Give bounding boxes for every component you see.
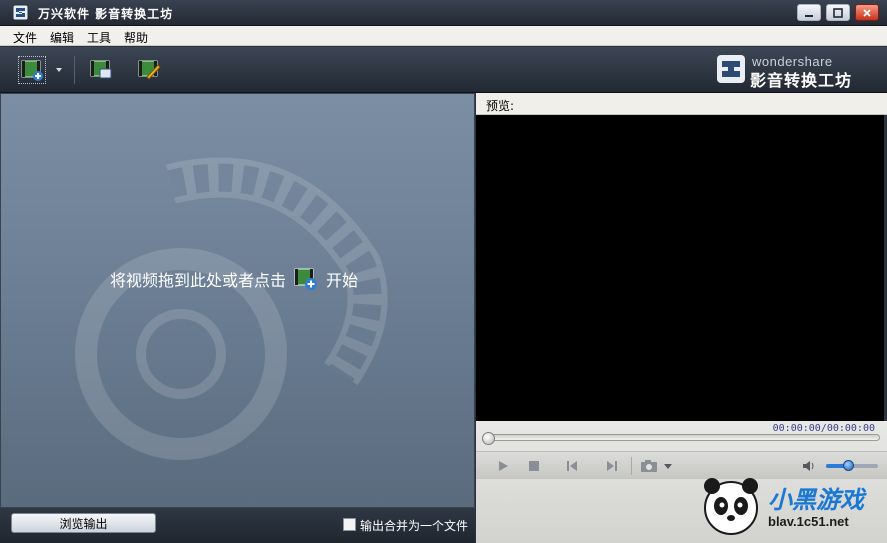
close-button[interactable] — [855, 4, 879, 21]
preview-label: 预览: — [486, 99, 515, 113]
watermark-title: 小黑游戏 — [768, 486, 864, 514]
menu-help[interactable]: 帮助 — [124, 29, 148, 46]
window-title: 万兴软件 影音转换工坊 — [38, 7, 174, 21]
film-reel-watermark-icon — [75, 157, 388, 460]
toolbar: wondershare 影音转换工坊 — [0, 47, 887, 93]
video-preview[interactable] — [476, 115, 884, 421]
merge-checkbox-label: 输出合并为一个文件 — [360, 519, 469, 533]
convert-settings-icon — [90, 60, 112, 79]
maximize-button[interactable] — [826, 4, 850, 21]
file-drop-area[interactable]: 将视频拖到此处或者点击 开始 — [0, 93, 475, 508]
seek-bar[interactable] — [484, 434, 880, 441]
snapshot-icon[interactable] — [640, 459, 658, 473]
convert-settings-button[interactable] — [88, 56, 116, 84]
minimize-icon — [805, 14, 813, 17]
menu-tools[interactable]: 工具 — [87, 29, 111, 46]
wondershare-logo-icon — [717, 55, 745, 83]
browse-output-button[interactable]: 浏览输出 — [11, 513, 156, 533]
menu-file[interactable]: 文件 — [13, 29, 37, 46]
timecode: 00:00:00/00:00:00 — [772, 423, 875, 434]
brand-logo: wondershare 影音转换工坊 — [716, 52, 866, 90]
next-icon[interactable] — [605, 459, 619, 473]
title-bar: 万兴软件 影音转换工坊 — [0, 0, 887, 26]
drop-hint-start: 开始 — [326, 271, 359, 290]
watermark-url: blav.1c51.net — [768, 514, 849, 529]
toolbar-separator — [74, 56, 75, 84]
controls-separator — [631, 457, 632, 475]
add-video-button[interactable] — [18, 56, 46, 84]
add-video-icon[interactable] — [294, 267, 318, 291]
brand-name-cn: 影音转换工坊 — [750, 71, 853, 90]
chevron-down-icon[interactable] — [56, 68, 62, 72]
edit-video-icon — [138, 60, 161, 80]
close-icon — [863, 8, 871, 17]
panda-mascot-icon — [704, 478, 758, 535]
play-icon[interactable] — [496, 459, 510, 473]
chevron-down-icon[interactable] — [663, 459, 673, 473]
seek-thumb[interactable] — [482, 432, 495, 445]
site-watermark: 小黑游戏 blav.1c51.net — [696, 470, 887, 543]
maximize-icon — [833, 7, 843, 18]
drop-hint: 将视频拖到此处或者点击 开始 — [110, 267, 358, 291]
stop-icon[interactable] — [527, 459, 541, 473]
add-video-icon — [21, 60, 43, 81]
output-bar: 浏览输出 输出合并为一个文件 — [0, 508, 475, 543]
minimize-button[interactable] — [797, 4, 821, 21]
drop-hint-text: 将视频拖到此处或者点击 — [110, 271, 287, 290]
menu-bar: 文件 编辑 工具 帮助 — [0, 26, 887, 46]
app-logo-icon — [12, 4, 29, 21]
previous-icon[interactable] — [565, 459, 579, 473]
preview-header: 预览: — [476, 93, 887, 115]
menu-edit[interactable]: 编辑 — [50, 29, 74, 46]
edit-video-button[interactable] — [136, 56, 164, 84]
merge-checkbox[interactable] — [343, 518, 356, 531]
